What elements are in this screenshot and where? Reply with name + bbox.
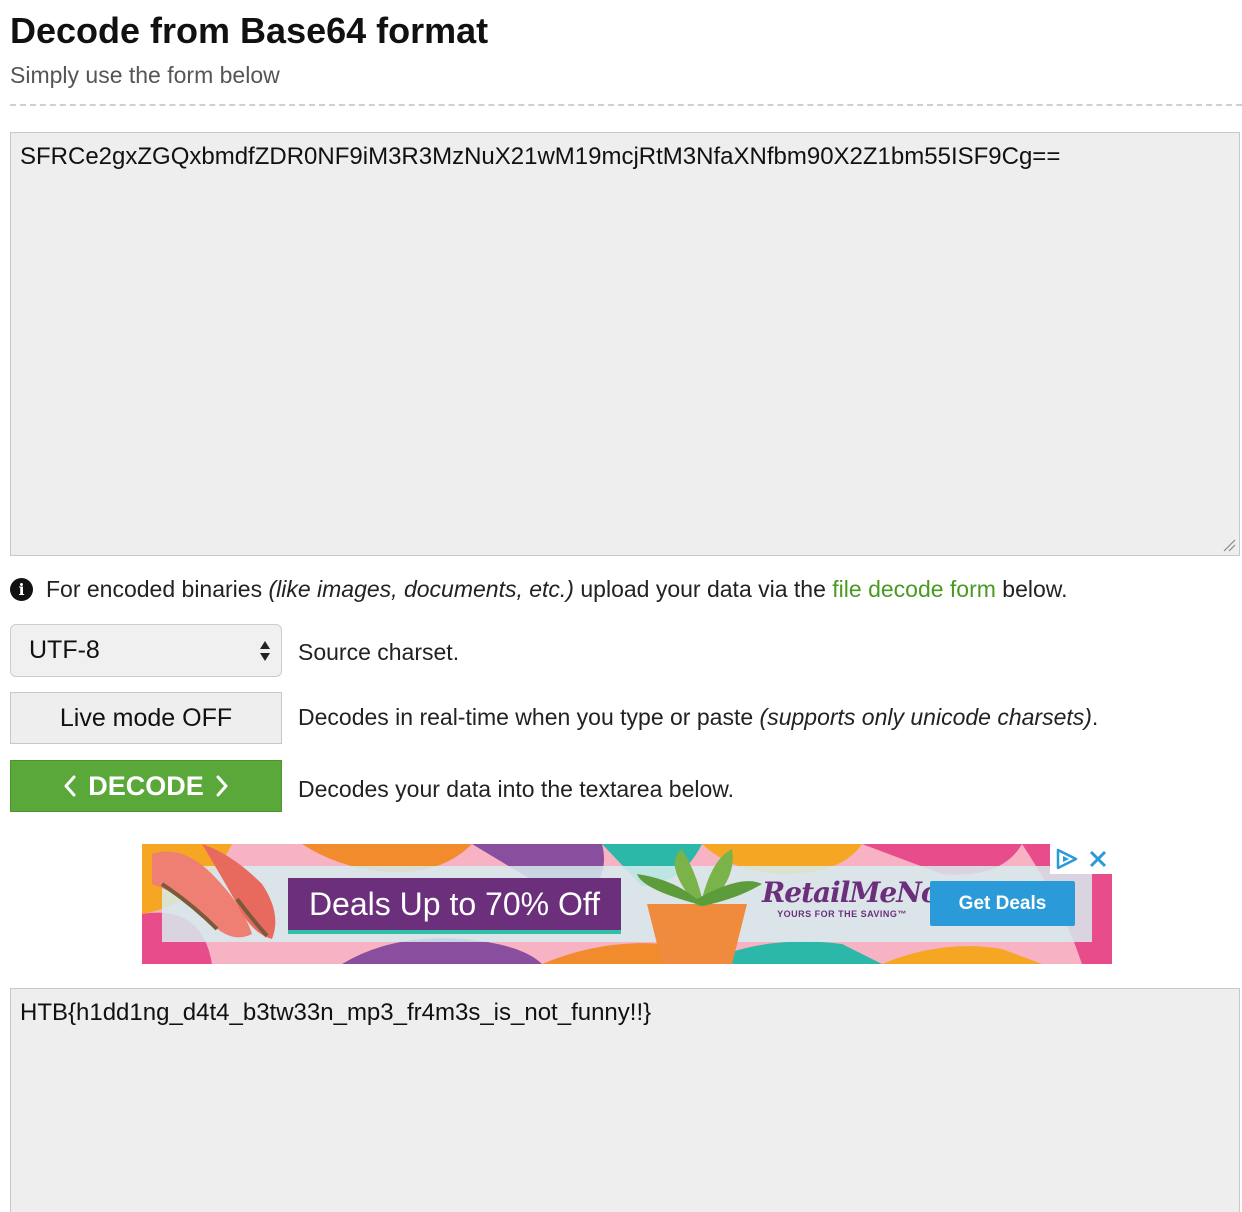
ad-brand-logo: RetailMeNot YOURS FOR THE SAVING™ <box>762 876 951 919</box>
adchoices-icon[interactable] <box>1054 847 1080 871</box>
decoded-output-textarea[interactable]: HTB{h1dd1ng_d4t4_b3tw33n_mp3_fr4m3s_is_n… <box>10 988 1240 1212</box>
select-arrows-icon <box>260 641 270 661</box>
info-text-italic: (like images, documents, etc.) <box>268 576 574 602</box>
decode-button[interactable]: DECODE <box>10 760 282 812</box>
live-mode-toggle-button[interactable]: Live mode OFF <box>10 692 282 744</box>
info-text-middle: upload your data via the <box>573 576 833 602</box>
ad-choices[interactable] <box>1050 844 1112 874</box>
info-row: i For encoded binaries (like images, doc… <box>10 576 1068 603</box>
info-icon: i <box>10 578 33 601</box>
page-title: Decode from Base64 format <box>10 10 489 51</box>
chevron-left-icon <box>64 775 76 797</box>
info-text-start: For encoded binaries <box>46 576 269 602</box>
live-mode-desc-text: Decodes in real-time when you type or pa… <box>298 704 760 730</box>
ad-get-deals-button[interactable]: Get Deals <box>930 881 1075 926</box>
ad-headline: Deals Up to 70% Off <box>288 878 621 934</box>
file-decode-form-link[interactable]: file decode form <box>832 576 996 603</box>
encoded-input-textarea[interactable]: SFRCe2gxZGQxbmdfZDR0NF9iM3R3MzNuX21wM19m… <box>10 132 1240 556</box>
decode-description: Decodes your data into the textarea belo… <box>298 776 735 802</box>
resize-grip-icon[interactable] <box>1222 538 1236 552</box>
decoded-output-value: HTB{h1dd1ng_d4t4_b3tw33n_mp3_fr4m3s_is_n… <box>20 999 652 1026</box>
ad-brand-tagline: YOURS FOR THE SAVING™ <box>777 909 907 919</box>
encoded-input-value: SFRCe2gxZGQxbmdfZDR0NF9iM3R3MzNuX21wM19m… <box>20 143 1061 170</box>
divider <box>10 104 1242 106</box>
decode-page: Decode from Base64 format Simply use the… <box>0 0 1242 1212</box>
charset-select[interactable]: UTF-8 <box>10 624 282 677</box>
ad-banner[interactable]: Deals Up to 70% Off RetailMeNot YOURS FO… <box>142 844 1112 964</box>
charset-selected-value: UTF-8 <box>29 636 100 664</box>
ad-brand-name: RetailMeNot <box>762 876 951 909</box>
chevron-right-icon <box>216 775 228 797</box>
close-icon[interactable] <box>1088 849 1108 869</box>
live-mode-desc-end: . <box>1091 704 1099 730</box>
page-subtitle: Simply use the form below <box>10 62 280 88</box>
live-mode-desc-italic: (supports only unicode charsets) <box>759 704 1092 730</box>
live-mode-description: Decodes in real-time when you type or pa… <box>298 704 1098 731</box>
charset-label: Source charset. <box>298 639 460 665</box>
decode-button-label: DECODE <box>88 771 204 801</box>
info-text-end: below. <box>995 576 1068 602</box>
